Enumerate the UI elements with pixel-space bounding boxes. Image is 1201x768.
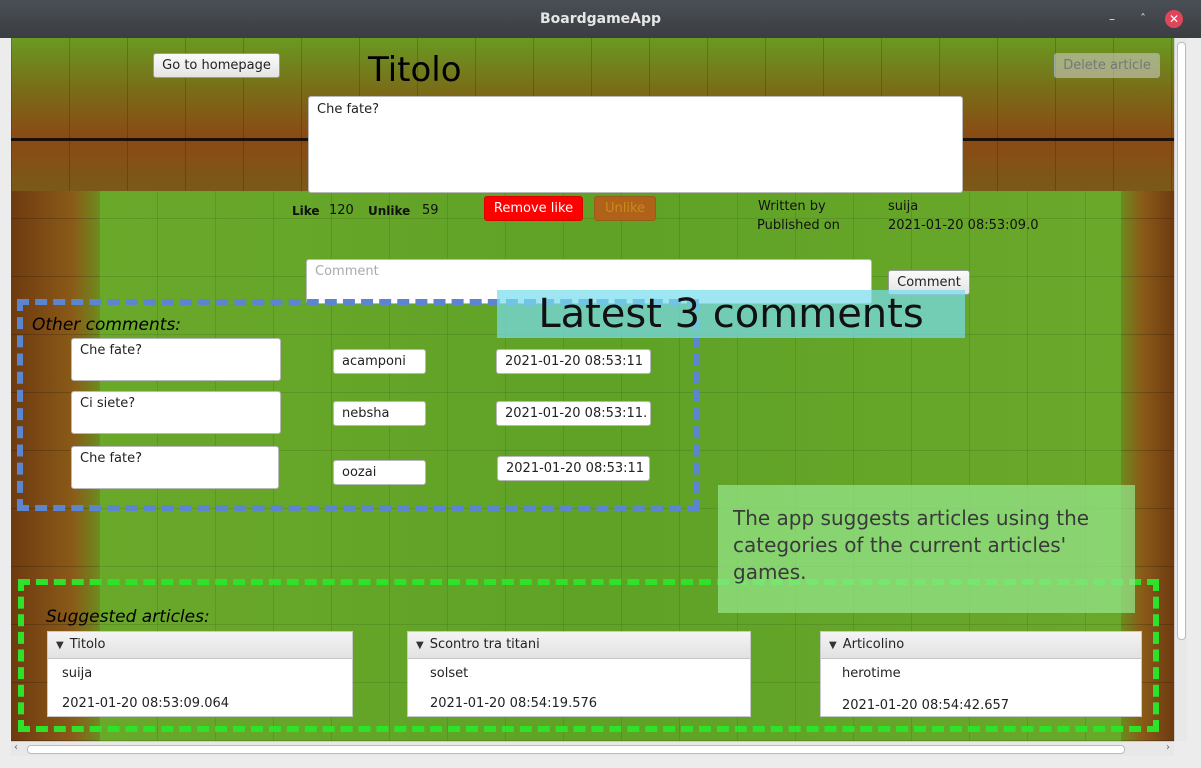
suggested-article-card[interactable]: ▼ Titolo suija 2021-01-20 08:53:09.064 [47,631,353,717]
like-label: Like [292,204,320,218]
other-comments-label: Other comments: [32,315,182,335]
suggested-article-author: suija [62,666,93,681]
like-count: 120 [329,203,354,218]
suggestion-annotation: The app suggests articles using the cate… [718,485,1135,613]
horizontal-scrollbar-thumb[interactable] [27,745,1125,754]
published-on-label: Published on [757,218,840,233]
comment-text[interactable]: Ci siete? [71,391,281,434]
suggested-article-date: 2021-01-20 08:54:42.657 [842,698,1010,713]
author-name: suija [888,199,919,214]
remove-like-button[interactable]: Remove like [484,196,583,221]
window-title: BoardgameApp [539,11,662,27]
suggested-article-author: solset [430,666,469,681]
suggested-article-author: herotime [842,666,901,681]
window-titlebar: BoardgameApp – ˆ ✕ [0,0,1201,38]
suggested-article-title: Titolo [69,637,106,652]
suggested-article-date: 2021-01-20 08:53:09.064 [62,696,230,711]
maximize-icon[interactable]: ˆ [1134,10,1152,28]
comment-text[interactable]: Che fate? [71,446,279,489]
suggested-article-title: Scontro tra titani [429,637,540,652]
comment-author[interactable]: nebsha [333,401,426,426]
suggested-article-header[interactable]: ▼ Scontro tra titani [408,632,750,659]
published-date: 2021-01-20 08:53:09.0 [888,218,1039,233]
comment-date[interactable]: 2021-01-20 08:53:11. [496,401,651,426]
go-to-homepage-button[interactable]: Go to homepage [153,53,280,78]
suggested-articles-label: Suggested articles: [46,607,210,627]
delete-article-button[interactable]: Delete article [1054,53,1160,78]
unlike-label: Unlike [368,204,411,218]
scroll-right-icon[interactable]: › [1166,742,1170,753]
unlike-count: 59 [422,203,439,218]
comment-date[interactable]: 2021-01-20 08:53:11 [497,456,650,481]
article-title: Titolo [368,50,462,90]
scroll-left-icon[interactable]: ‹ [14,742,18,753]
written-by-label: Written by [758,199,826,214]
chevron-down-icon: ▼ [829,640,837,651]
article-body[interactable]: Che fate? [308,96,963,193]
vertical-scrollbar-thumb[interactable] [1177,42,1186,640]
comment-date[interactable]: 2021-01-20 08:53:11 [496,349,651,374]
vertical-scrollbar[interactable] [1174,38,1187,741]
suggested-article-date: 2021-01-20 08:54:19.576 [430,696,598,711]
suggested-article-card[interactable]: ▼ Scontro tra titani solset 2021-01-20 08… [407,631,751,717]
suggested-article-header[interactable]: ▼ Articolino [821,632,1141,659]
suggested-article-card[interactable]: ▼ Articolino herotime 2021-01-20 08:54:42… [820,631,1142,717]
chevron-down-icon: ▼ [416,640,424,651]
comment-author[interactable]: acamponi [333,349,426,374]
minimize-icon[interactable]: – [1103,10,1121,28]
latest-comments-annotation: Latest 3 comments [497,290,965,338]
suggested-article-header[interactable]: ▼ Titolo [48,632,352,659]
suggested-article-title: Articolino [842,637,905,652]
unlike-button[interactable]: Unlike [594,196,656,221]
comment-text[interactable]: Che fate? [71,338,281,381]
comment-author[interactable]: oozai [333,460,426,485]
horizontal-scrollbar[interactable]: ‹ › [11,741,1174,756]
close-icon[interactable]: ✕ [1165,10,1183,28]
chevron-down-icon: ▼ [56,640,64,651]
